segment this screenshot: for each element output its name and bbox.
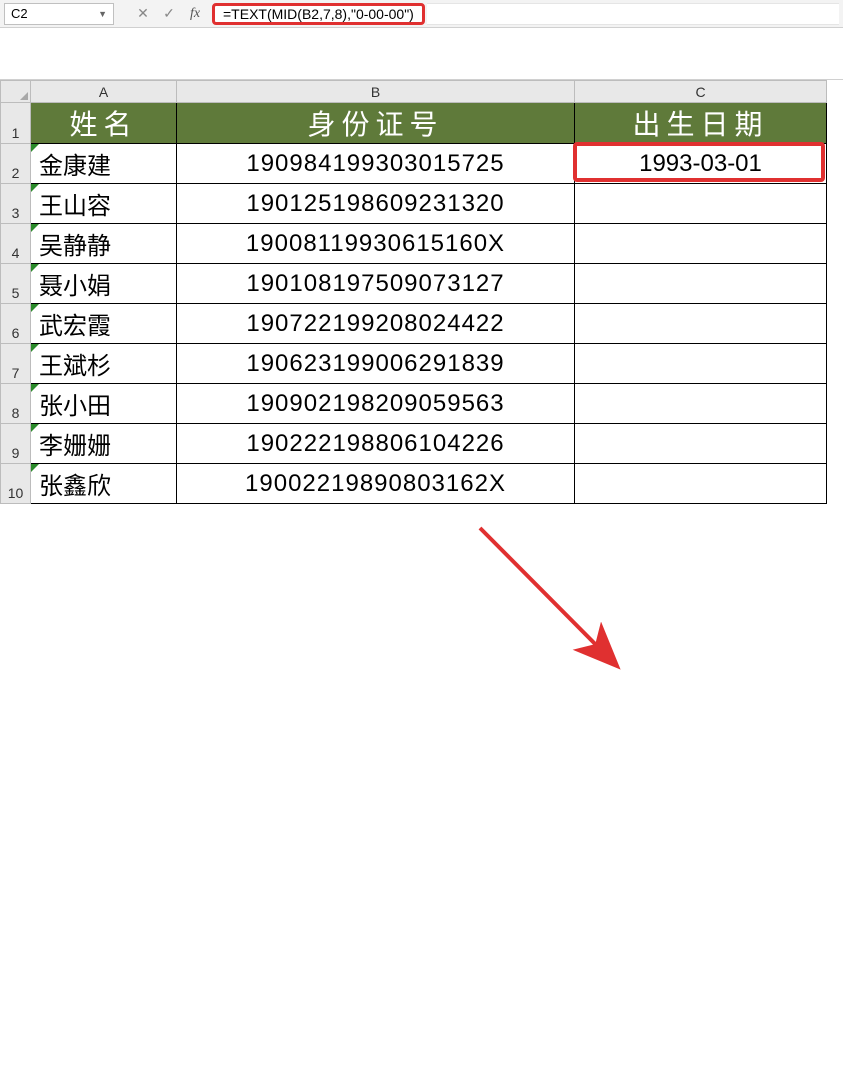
cell-name[interactable]: 张小田 — [31, 384, 177, 424]
cell-name[interactable]: 吴静静 — [31, 224, 177, 264]
cell-date[interactable] — [575, 304, 827, 344]
cell-id[interactable]: 190108197509073127 — [177, 264, 575, 304]
cell-date[interactable] — [575, 264, 827, 304]
cell-id[interactable]: 190902198209059563 — [177, 384, 575, 424]
cell-date[interactable]: 1993-03-01 — [575, 144, 827, 184]
formula-bar-extra[interactable] — [427, 3, 839, 25]
enter-icon[interactable]: ✓ — [158, 3, 180, 25]
col-header-b[interactable]: B — [177, 81, 575, 103]
cell-date[interactable] — [575, 344, 827, 384]
cell-id[interactable]: 190222198806104226 — [177, 424, 575, 464]
row-header[interactable]: 10 — [1, 464, 31, 504]
cell-id[interactable]: 190722199208024422 — [177, 304, 575, 344]
row-header[interactable]: 2 — [1, 144, 31, 184]
name-box[interactable]: C2 ▼ — [4, 3, 114, 25]
fx-icon[interactable]: fx — [184, 3, 206, 25]
cell-id[interactable]: 19002219890803162X — [177, 464, 575, 504]
formula-text: =TEXT(MID(B2,7,8),"0-00-00") — [223, 6, 414, 22]
formula-input[interactable]: =TEXT(MID(B2,7,8),"0-00-00") — [212, 3, 425, 25]
row-header[interactable]: 1 — [1, 103, 31, 144]
cell-name[interactable]: 李姗姗 — [31, 424, 177, 464]
formula-expand-area — [0, 28, 843, 80]
cell-id[interactable]: 190623199006291839 — [177, 344, 575, 384]
row-header[interactable]: 8 — [1, 384, 31, 424]
cell-date[interactable] — [575, 224, 827, 264]
cell-name[interactable]: 武宏霞 — [31, 304, 177, 344]
row-header[interactable]: 9 — [1, 424, 31, 464]
header-date[interactable]: 出生日期 — [575, 103, 827, 144]
cell-name[interactable]: 张鑫欣 — [31, 464, 177, 504]
row-header[interactable]: 5 — [1, 264, 31, 304]
cell-date[interactable] — [575, 184, 827, 224]
col-header-a[interactable]: A — [31, 81, 177, 103]
select-all-corner[interactable] — [1, 81, 31, 103]
header-id[interactable]: 身份证号 — [177, 103, 575, 144]
worksheet-grid[interactable]: A B C 1 姓名 身份证号 出生日期 2 金康建 1909841993030… — [0, 80, 843, 504]
col-header-c[interactable]: C — [575, 81, 827, 103]
arrow-annotation — [0, 504, 843, 1068]
cell-name[interactable]: 王山容 — [31, 184, 177, 224]
name-box-value: C2 — [11, 6, 28, 21]
formula-bar: C2 ▼ ✕ ✓ fx =TEXT(MID(B2,7,8),"0-00-00") — [0, 0, 843, 28]
row-header[interactable]: 3 — [1, 184, 31, 224]
cell-date[interactable] — [575, 424, 827, 464]
cell-id[interactable]: 19008119930615160X — [177, 224, 575, 264]
row-header[interactable]: 6 — [1, 304, 31, 344]
cell-id[interactable]: 190125198609231320 — [177, 184, 575, 224]
cell-date[interactable] — [575, 464, 827, 504]
cell-id[interactable]: 190984199303015725 — [177, 144, 575, 184]
cell-date[interactable] — [575, 384, 827, 424]
cancel-icon[interactable]: ✕ — [132, 3, 154, 25]
row-header[interactable]: 7 — [1, 344, 31, 384]
chevron-down-icon[interactable]: ▼ — [98, 9, 107, 19]
cell-name[interactable]: 王斌杉 — [31, 344, 177, 384]
header-name[interactable]: 姓名 — [31, 103, 177, 144]
row-header[interactable]: 4 — [1, 224, 31, 264]
cell-name[interactable]: 金康建 — [31, 144, 177, 184]
cell-name[interactable]: 聂小娟 — [31, 264, 177, 304]
